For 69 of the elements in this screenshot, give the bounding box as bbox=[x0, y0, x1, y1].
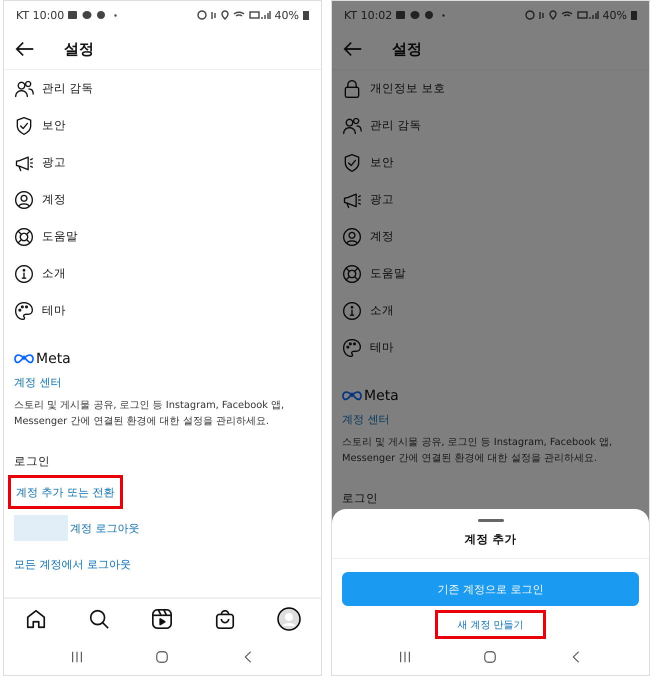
home-button-icon[interactable] bbox=[155, 650, 170, 664]
recent-apps-icon[interactable] bbox=[70, 650, 84, 664]
dot-icon bbox=[114, 14, 118, 16]
accounts-center-link[interactable]: 계정 센터 bbox=[14, 375, 62, 390]
battery-icon bbox=[303, 10, 309, 20]
palette-icon bbox=[14, 300, 34, 320]
settings-item[interactable]: 도움말 bbox=[14, 218, 311, 255]
settings-item[interactable]: 소개 bbox=[342, 292, 639, 329]
status-time: KT 10:02 bbox=[344, 8, 392, 22]
signal-icon bbox=[248, 10, 271, 20]
settings-item[interactable]: 계정 bbox=[342, 218, 639, 255]
login-option[interactable]: 계정 추가 또는 전환 bbox=[8, 475, 122, 509]
lock-icon bbox=[342, 78, 362, 98]
redacted-username bbox=[14, 515, 68, 541]
login-button[interactable]: 기존 계정으로 로그인 bbox=[342, 572, 639, 606]
home-icon[interactable] bbox=[24, 608, 46, 630]
settings-item[interactable]: 도움말 bbox=[342, 255, 639, 292]
battery-percent: 40% bbox=[602, 8, 627, 22]
palette-icon bbox=[342, 338, 362, 358]
shield-icon bbox=[342, 152, 362, 172]
section-heading: 로그인 bbox=[342, 491, 379, 507]
signal-icon bbox=[576, 10, 599, 20]
location-icon bbox=[548, 10, 557, 20]
settings-item[interactable]: 계정 bbox=[14, 181, 311, 218]
settings-item[interactable]: 개인정보 보호 bbox=[342, 70, 639, 107]
login-option[interactable]: 계정 로그아웃 bbox=[8, 510, 146, 546]
settings-item[interactable]: 광고 bbox=[342, 181, 639, 218]
status-time: KT 10:00 bbox=[16, 8, 64, 22]
meta-logo-icon bbox=[342, 391, 362, 401]
dot-icon bbox=[442, 14, 446, 16]
lifebuoy-icon bbox=[14, 226, 34, 246]
page-title: 설정 bbox=[392, 40, 422, 58]
shopping-bag-icon[interactable] bbox=[214, 608, 236, 630]
battery-percent: 40% bbox=[274, 8, 299, 22]
settings-item[interactable]: 소개 bbox=[14, 255, 311, 292]
people-icon bbox=[342, 116, 362, 136]
settings-item[interactable]: 테마 bbox=[342, 329, 639, 366]
home-button-icon[interactable] bbox=[483, 650, 498, 664]
login-option[interactable]: 모든 계정에서 로그아웃 bbox=[8, 546, 137, 582]
account-icon bbox=[342, 226, 362, 246]
info-icon bbox=[14, 264, 34, 284]
battery-icon bbox=[631, 10, 637, 20]
location-icon bbox=[220, 10, 229, 20]
description-text: 스토리 및 게시물 공유, 로그인 등 Instagram, Facebook 앱, Messenger 간에 연결된 환경에 대한 설정을 관리하세요. bbox=[14, 399, 286, 429]
meta-brand-text: Meta bbox=[364, 388, 399, 404]
settings-item[interactable]: 보안 bbox=[342, 144, 639, 181]
section-heading: 로그인 bbox=[14, 454, 51, 470]
search-icon[interactable] bbox=[88, 608, 110, 630]
info-icon bbox=[342, 300, 362, 320]
create-account-link[interactable]: 새 계정 만들기 bbox=[435, 610, 546, 639]
settings-item[interactable]: 광고 bbox=[14, 144, 311, 181]
shield-icon bbox=[14, 116, 34, 136]
accounts-center-link[interactable]: 계정 센터 bbox=[342, 412, 390, 427]
lifebuoy-icon bbox=[342, 264, 362, 284]
sheet-title: 계정 추가 bbox=[463, 532, 518, 548]
video-icon[interactable] bbox=[150, 608, 172, 630]
profile-avatar-icon[interactable] bbox=[276, 607, 300, 631]
page-title: 설정 bbox=[64, 40, 94, 58]
people-icon bbox=[14, 78, 34, 98]
settings-item[interactable]: 테마 bbox=[14, 292, 311, 329]
settings-item[interactable]: 보안 bbox=[14, 107, 311, 144]
account-icon bbox=[14, 190, 34, 210]
description-text: 스토리 및 게시물 공유, 로그인 등 Instagram, Facebook 앱, Messenger 간에 연결된 환경에 대한 설정을 관리하세요. bbox=[342, 436, 614, 466]
meta-brand-text: Meta bbox=[36, 351, 71, 367]
settings-item[interactable]: 관리 감독 bbox=[14, 70, 311, 107]
meta-logo-icon bbox=[14, 354, 34, 364]
settings-item[interactable]: 관리 감독 bbox=[342, 107, 639, 144]
recent-apps-icon[interactable] bbox=[398, 650, 412, 664]
drag-handle[interactable] bbox=[478, 519, 504, 522]
